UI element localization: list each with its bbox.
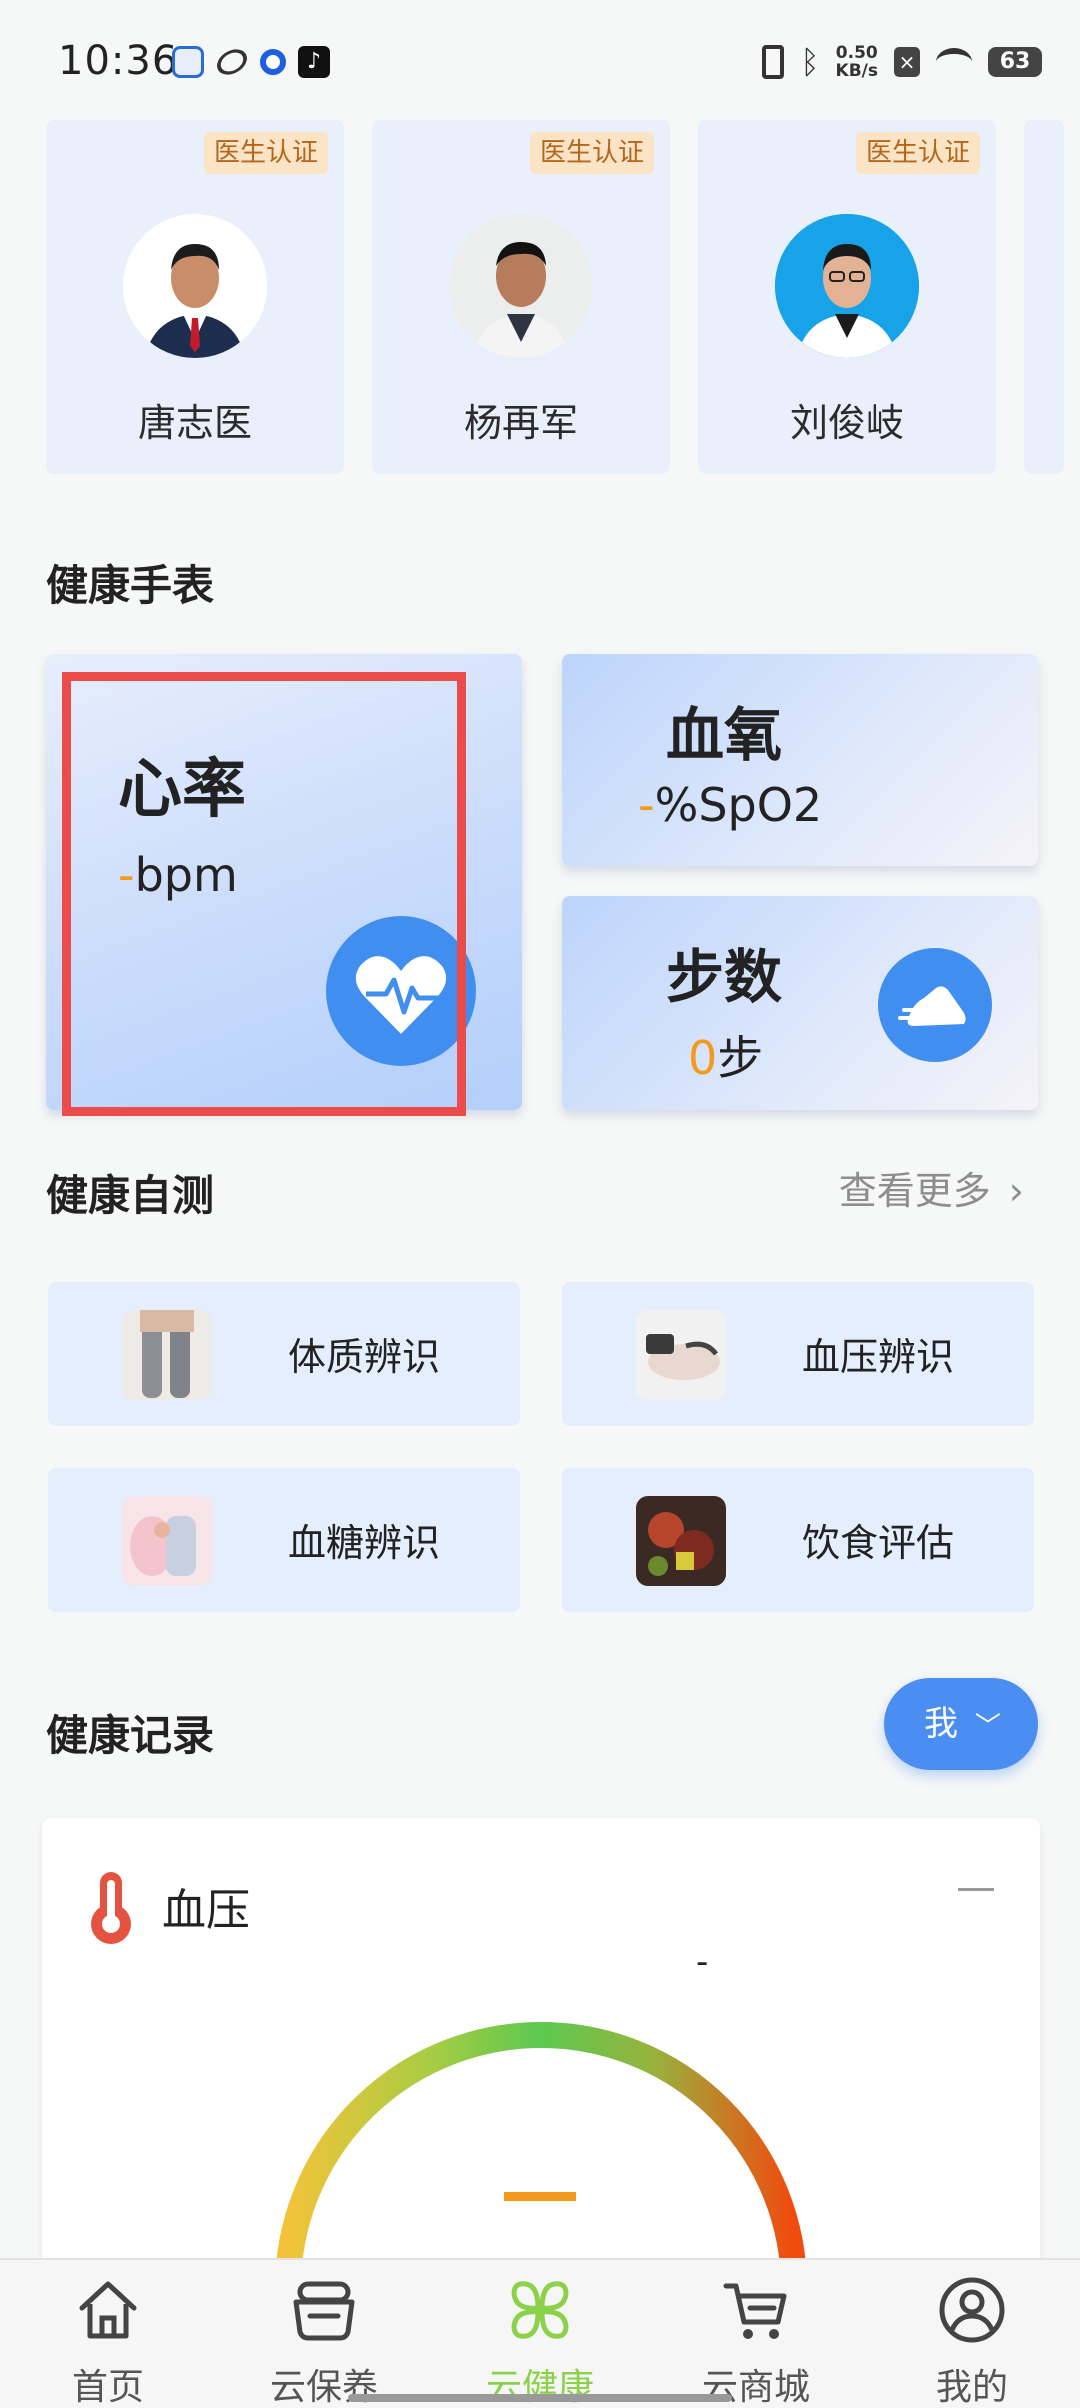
nav-item-home[interactable]: 首页: [18, 2260, 198, 2408]
network-speed: 0.50 KB/s: [835, 43, 878, 81]
system-status-icons: ᛒ 0.50 KB/s × 63: [762, 44, 1042, 80]
doctor-name: 刘俊岐: [789, 401, 904, 445]
steps-title: 步数: [666, 943, 783, 1011]
doctor-name: 唐志医: [137, 401, 252, 445]
self-test-label: 体质辨识: [288, 1335, 441, 1379]
tiktok-icon: ♪: [298, 46, 330, 78]
steps-card[interactable]: 步数 0步: [562, 896, 1038, 1110]
record-top-value: -: [696, 1942, 709, 1982]
self-test-label: 饮食评估: [802, 1521, 955, 1565]
doctor-card[interactable]: 医生认证 杨再军: [372, 120, 670, 474]
notification-icons: ♪: [172, 44, 330, 80]
doctor-avatar: [123, 214, 267, 358]
record-value-placeholder: [504, 2192, 576, 2201]
home-icon: [79, 2281, 137, 2339]
doctor-avatar: [775, 214, 919, 358]
app-notification-icon: [172, 46, 204, 78]
nav-item-health[interactable]: 云健康: [450, 2260, 630, 2408]
app-notification-icon: [212, 44, 252, 80]
no-sim-icon: ×: [894, 47, 920, 77]
doctor-cert-badge: 医生认证: [203, 132, 328, 174]
doctor-name: 杨再军: [463, 401, 578, 445]
blood-sugar-photo: [122, 1496, 212, 1586]
steps-value: 0步: [688, 1031, 764, 1085]
self-test-label: 血压辨识: [802, 1335, 955, 1379]
self-test-card-blood-sugar[interactable]: 血糖辨识: [48, 1468, 520, 1612]
diet-photo: [636, 1496, 726, 1586]
record-title: 血压: [162, 1885, 250, 1936]
nav-item-profile[interactable]: 我的: [882, 2260, 1062, 2408]
status-time: 10:36: [58, 38, 179, 84]
self-test-label: 血糖辨识: [288, 1521, 441, 1565]
highlight-annotation-box: [62, 672, 466, 1116]
member-select-button[interactable]: 我 ﹀: [884, 1678, 1038, 1770]
blood-pressure-photo: [636, 1310, 726, 1400]
self-test-card-blood-pressure[interactable]: 血压辨识: [562, 1282, 1034, 1426]
nav-label: 我的: [935, 2367, 1008, 2408]
cart-icon: [723, 2283, 787, 2339]
clover-icon: [511, 2281, 569, 2339]
self-test-card-body-type[interactable]: 体质辨识: [48, 1282, 520, 1426]
profile-icon: [939, 2277, 1005, 2343]
battery-icon: 63: [988, 47, 1042, 77]
blood-oxygen-value: -%SpO2: [638, 778, 823, 832]
chevron-down-icon: ﹀: [974, 1712, 1001, 1742]
doctor-cert-badge: 医生认证: [529, 132, 654, 174]
doctor-carousel[interactable]: 医生认证 唐志医 医生认证 杨再军 医生认证 刘俊岐: [46, 120, 1080, 476]
chevron-right-icon: ›: [1008, 1169, 1024, 1213]
thermometer-icon: [82, 1868, 140, 1952]
doctor-avatar: [449, 214, 593, 358]
home-indicator[interactable]: [348, 2394, 732, 2402]
doctor-card-partial[interactable]: [1024, 120, 1064, 474]
blood-oxygen-title: 血氧: [666, 701, 783, 769]
bluetooth-icon: ᛒ: [800, 43, 820, 81]
status-bar: 10:36 ♪ ᛒ 0.50 KB/s × 63: [0, 0, 1080, 120]
shoe-icon: [878, 948, 992, 1062]
section-title-records: 健康记录: [46, 1711, 215, 1760]
collapse-icon[interactable]: [958, 1888, 994, 1891]
wifi-icon: [936, 48, 972, 76]
section-title-watch: 健康手表: [46, 561, 215, 610]
view-more-link[interactable]: 查看更多 ›: [839, 1160, 1024, 1215]
vibrate-icon: [762, 45, 785, 79]
blood-oxygen-card[interactable]: 血氧 -%SpO2: [562, 654, 1038, 866]
body-type-photo: [122, 1310, 212, 1400]
nav-item-mall[interactable]: 云商城: [666, 2260, 846, 2408]
self-test-card-diet[interactable]: 饮食评估: [562, 1468, 1034, 1612]
section-title-self-test: 健康自测: [46, 1171, 215, 1220]
doctor-cert-badge: 医生认证: [855, 132, 980, 174]
app-notification-icon: [260, 49, 286, 75]
doctor-card[interactable]: 医生认证 刘俊岐: [698, 120, 996, 474]
doctor-card[interactable]: 医生认证 唐志医: [46, 120, 344, 474]
bowl-icon: [293, 2281, 355, 2341]
nav-label: 首页: [71, 2367, 144, 2408]
nav-item-care[interactable]: 云保养: [234, 2260, 414, 2408]
bottom-navigation: 首页 云保养 云健康 云商城 我的: [0, 2258, 1080, 2408]
